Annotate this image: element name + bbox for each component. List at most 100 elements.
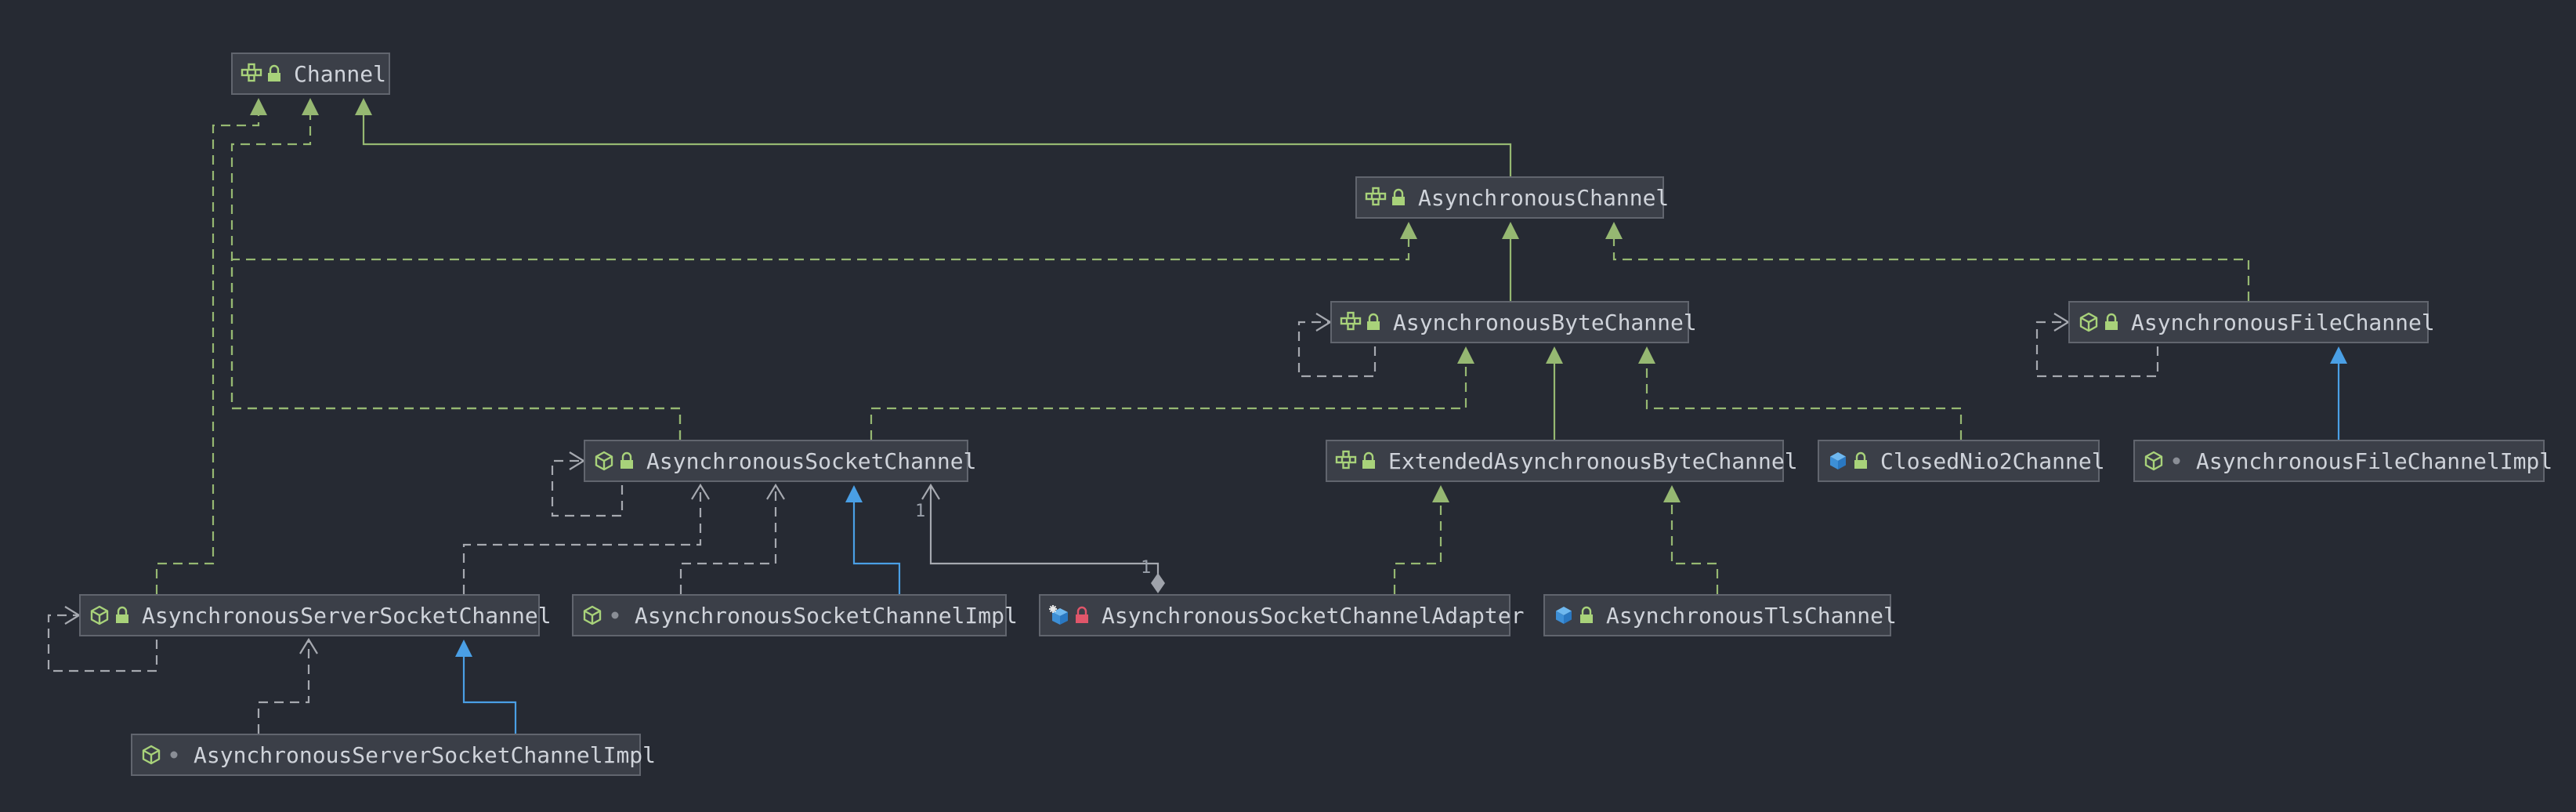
- interface-icon: [1365, 186, 1387, 209]
- node-asynchronous-channel[interactable]: AsynchronousChannel: [1355, 176, 1669, 219]
- edge-asyncserversocketchannel-implements-channel: [155, 98, 267, 594]
- interface-icon: [241, 62, 262, 85]
- lock-icon: [1365, 310, 1382, 334]
- triangle-arrowhead: [355, 98, 372, 115]
- node-label: AsynchronousFileChannelImpl: [2196, 448, 2553, 474]
- edge-line: [1612, 239, 2250, 301]
- lock-icon: [1390, 186, 1407, 209]
- edge-line: [362, 115, 1512, 176]
- edge-extasyncbytechannel-extends-asyncbytechannel: [1546, 346, 1563, 440]
- edge-asyncbytechannel-extends-asyncchannel: [1502, 222, 1519, 301]
- node-label: AsynchronousByteChannel: [1393, 309, 1697, 335]
- edge-line: [1393, 502, 1442, 594]
- node-extended-asynchronous-byte-channel[interactable]: ExtendedAsynchronousByteChannel: [1326, 440, 1798, 482]
- package-private-dot-icon: [2168, 449, 2185, 473]
- edge-line: [230, 115, 682, 440]
- diagram-canvas: [47, 98, 2347, 734]
- triangle-arrowhead: [1638, 346, 1655, 364]
- class-icon: [1553, 604, 1575, 627]
- node-label: AsynchronousFileChannel: [2131, 309, 2435, 335]
- composition-diamond: [1151, 573, 1165, 593]
- edge-asyncsocketchannelimpl-depends-asyncsocketchannel: [679, 483, 785, 594]
- edge-line: [462, 657, 517, 734]
- node-label: AsynchronousSocketChannelImpl: [635, 602, 1018, 629]
- triangle-arrowhead: [1605, 222, 1623, 239]
- lock-icon: [114, 604, 131, 627]
- edge-adapter-implements-extasyncbytechannel: [1393, 485, 1449, 594]
- static-class-icon: [1048, 604, 1070, 627]
- edge-line: [852, 502, 901, 594]
- node-closed-nio2-channel[interactable]: ClosedNio2Channel: [1818, 440, 2105, 482]
- edge-asyncsocketchannel-implements-asyncbytechannel: [870, 346, 1474, 440]
- edge-serversocketimpl-extends-serversocketchannel: [455, 640, 517, 734]
- edge-asyncsocketchannel-implements-channel: [230, 98, 682, 440]
- private-lock-icon: [1073, 604, 1091, 627]
- triangle-arrowhead: [1457, 346, 1474, 364]
- node-label: AsynchronousChannel: [1418, 184, 1670, 211]
- lock-icon: [1578, 604, 1595, 627]
- edge-line: [929, 485, 1160, 583]
- node-label: ExtendedAsynchronousByteChannel: [1388, 448, 1798, 474]
- edge-line: [679, 485, 777, 594]
- triangle-arrowhead: [250, 98, 267, 115]
- node-asynchronous-server-socket-channel[interactable]: AsynchronousServerSocketChannel: [79, 594, 552, 636]
- triangle-arrowhead: [1432, 485, 1449, 502]
- node-asynchronous-server-socket-channel-impl[interactable]: AsynchronousServerSocketChannelImpl: [131, 734, 656, 776]
- edge-line: [1645, 364, 1963, 440]
- interface-icon: [1340, 310, 1362, 334]
- multiplicity-label-target: 1: [915, 502, 926, 521]
- triangle-arrowhead: [455, 640, 472, 657]
- class-icon: [1827, 449, 1849, 473]
- lock-icon: [2103, 310, 2120, 334]
- triangle-arrowhead: [1546, 346, 1563, 364]
- node-asynchronous-socket-channel-impl[interactable]: AsynchronousSocketChannelImpl: [572, 594, 1018, 636]
- edge-asyncchannel-extends-channel: [355, 98, 1512, 176]
- triangle-arrowhead: [1400, 222, 1417, 239]
- triangle-arrowhead: [302, 98, 319, 115]
- edge-asyncsocketchannelimpl-extends-asyncsocketchannel: [845, 485, 901, 594]
- abstract-class-icon: [581, 604, 603, 627]
- lock-icon: [1852, 449, 1869, 473]
- edge-line: [1670, 502, 1719, 594]
- edge-line: [230, 239, 1410, 440]
- package-private-dot-icon: [606, 604, 624, 627]
- lock-icon: [266, 62, 283, 85]
- lock-icon: [1360, 449, 1377, 473]
- triangle-arrowhead: [845, 485, 863, 502]
- abstract-class-icon: [89, 604, 110, 627]
- abstract-class-icon: [2143, 449, 2165, 473]
- edge-adapter-composition-asyncsocketchannel: [921, 483, 1165, 593]
- lock-icon: [618, 449, 635, 473]
- triangle-arrowhead: [2330, 346, 2347, 364]
- edge-line: [257, 640, 310, 734]
- edge-line: [870, 364, 1467, 440]
- edge-line: [462, 485, 702, 594]
- node-asynchronous-byte-channel[interactable]: AsynchronousByteChannel: [1330, 301, 1697, 343]
- edge-line: [155, 115, 260, 594]
- node-label: AsynchronousSocketChannel: [646, 448, 977, 474]
- node-asynchronous-socket-channel-adapter[interactable]: AsynchronousSocketChannelAdapter: [1039, 594, 1524, 636]
- node-label: AsynchronousServerSocketChannelImpl: [194, 741, 657, 768]
- node-channel[interactable]: Channel: [231, 53, 390, 95]
- triangle-arrowhead: [1502, 222, 1519, 239]
- interface-icon: [1335, 449, 1357, 473]
- node-asynchronous-tls-channel[interactable]: AsynchronousTlsChannel: [1543, 594, 1897, 636]
- node-label: ClosedNio2Channel: [1880, 448, 2105, 474]
- node-asynchronous-socket-channel[interactable]: AsynchronousSocketChannel: [584, 440, 976, 482]
- abstract-class-icon: [140, 743, 162, 767]
- edge-asyncfilechannelimpl-extends-asyncfilechannel: [2330, 346, 2347, 440]
- edge-asyncfilechannel-implements-asyncchannel: [1605, 222, 2250, 301]
- edge-closednio2channel-implements-asyncbytechannel: [1638, 346, 1963, 440]
- edge-asyncsocketchannel-implements-asyncchannel: [230, 222, 1417, 440]
- node-label: AsynchronousServerSocketChannel: [142, 602, 552, 629]
- abstract-class-icon: [2078, 310, 2100, 334]
- multiplicity-label-source: 1: [1141, 558, 1152, 578]
- node-asynchronous-file-channel[interactable]: AsynchronousFileChannel: [2068, 301, 2435, 343]
- node-label: Channel: [294, 60, 387, 87]
- node-label: AsynchronousSocketChannelAdapter: [1102, 602, 1525, 629]
- edge-asynctlschannel-implements-extasyncbytechannel: [1663, 485, 1719, 594]
- node-label: AsynchronousTlsChannel: [1606, 602, 1897, 629]
- edge-serversocketimpl-depends-serversocketchannel: [257, 637, 318, 734]
- node-asynchronous-file-channel-impl[interactable]: AsynchronousFileChannelImpl: [2133, 440, 2552, 482]
- triangle-arrowhead: [1663, 485, 1681, 502]
